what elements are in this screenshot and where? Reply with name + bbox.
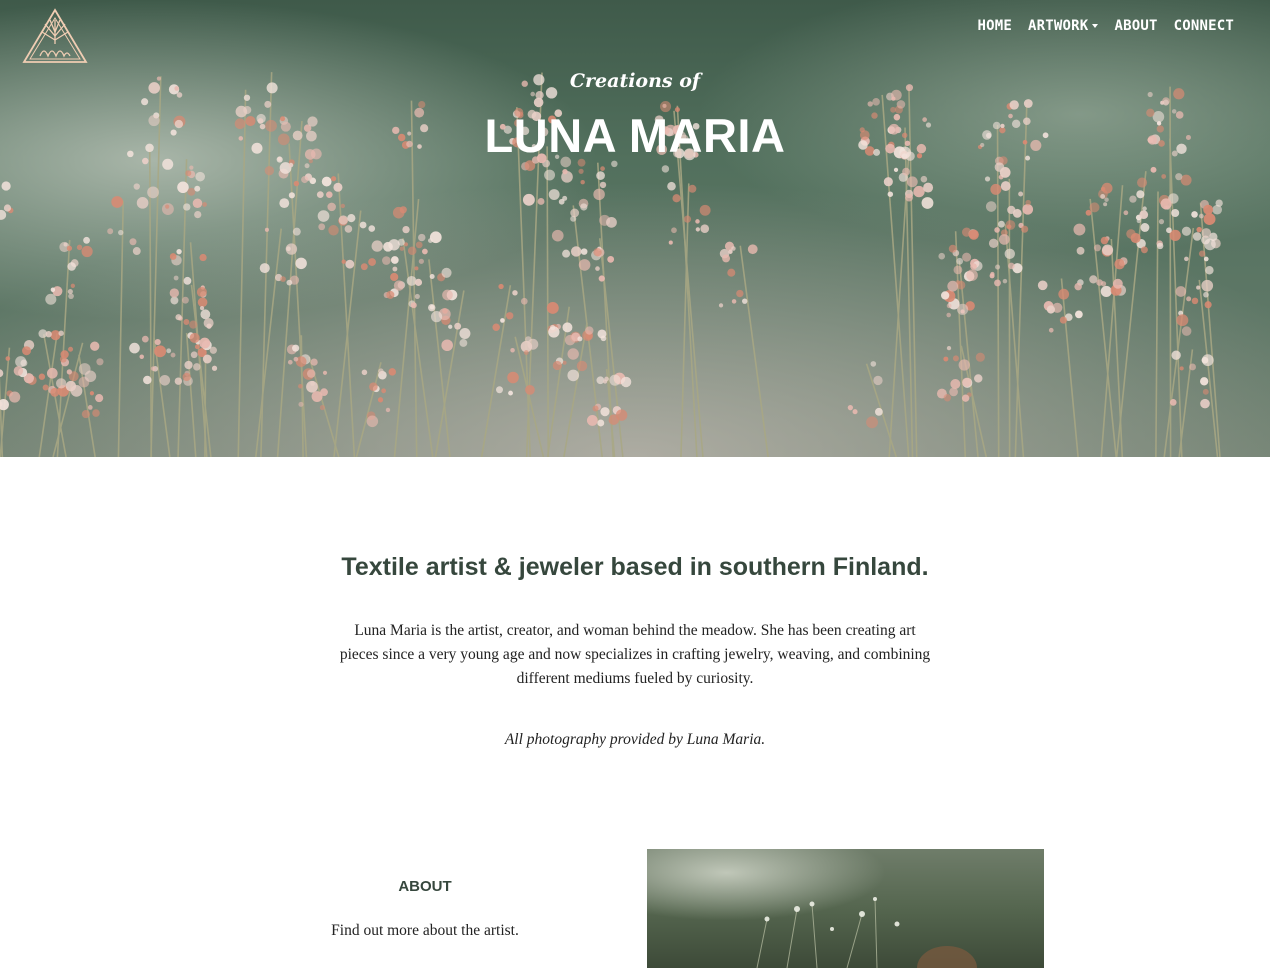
nav-artwork-label: ARTWORK xyxy=(1028,18,1089,34)
nav-connect-link[interactable]: CONNECT xyxy=(1174,18,1234,34)
hero-title: LUNA MARIA xyxy=(484,109,786,162)
hero-banner: HOME ARTWORK ABOUT CONNECT Creations of … xyxy=(0,0,1270,457)
intro-tagline: Textile artist & jeweler based in southe… xyxy=(341,553,929,581)
meadow-background-image xyxy=(0,0,1270,457)
intro-description: Luna Maria is the artist, creator, and w… xyxy=(339,622,931,687)
about-text: Find out more about the artist. xyxy=(331,922,519,939)
caret-down-icon xyxy=(1092,24,1099,28)
nav-artwork-dropdown[interactable]: ARTWORK xyxy=(1028,18,1099,34)
photo-credit: All photography provided by Luna Maria. xyxy=(504,731,766,748)
about-heading-link[interactable]: ABOUT xyxy=(300,878,550,895)
nav-connect-label: CONNECT xyxy=(1173,18,1234,34)
about-photo-image xyxy=(647,849,1044,968)
triangle-flower-logo-icon[interactable] xyxy=(20,6,90,66)
nav-about-link[interactable]: ABOUT xyxy=(1114,18,1157,34)
nav-about-label: ABOUT xyxy=(1114,18,1158,34)
main-navigation: HOME ARTWORK ABOUT CONNECT xyxy=(978,18,1234,34)
nav-home-link[interactable]: HOME xyxy=(978,18,1013,34)
hero-pre-title: Creations of xyxy=(569,70,701,92)
nav-home-label: HOME xyxy=(977,18,1013,34)
about-photo[interactable] xyxy=(647,849,1044,968)
